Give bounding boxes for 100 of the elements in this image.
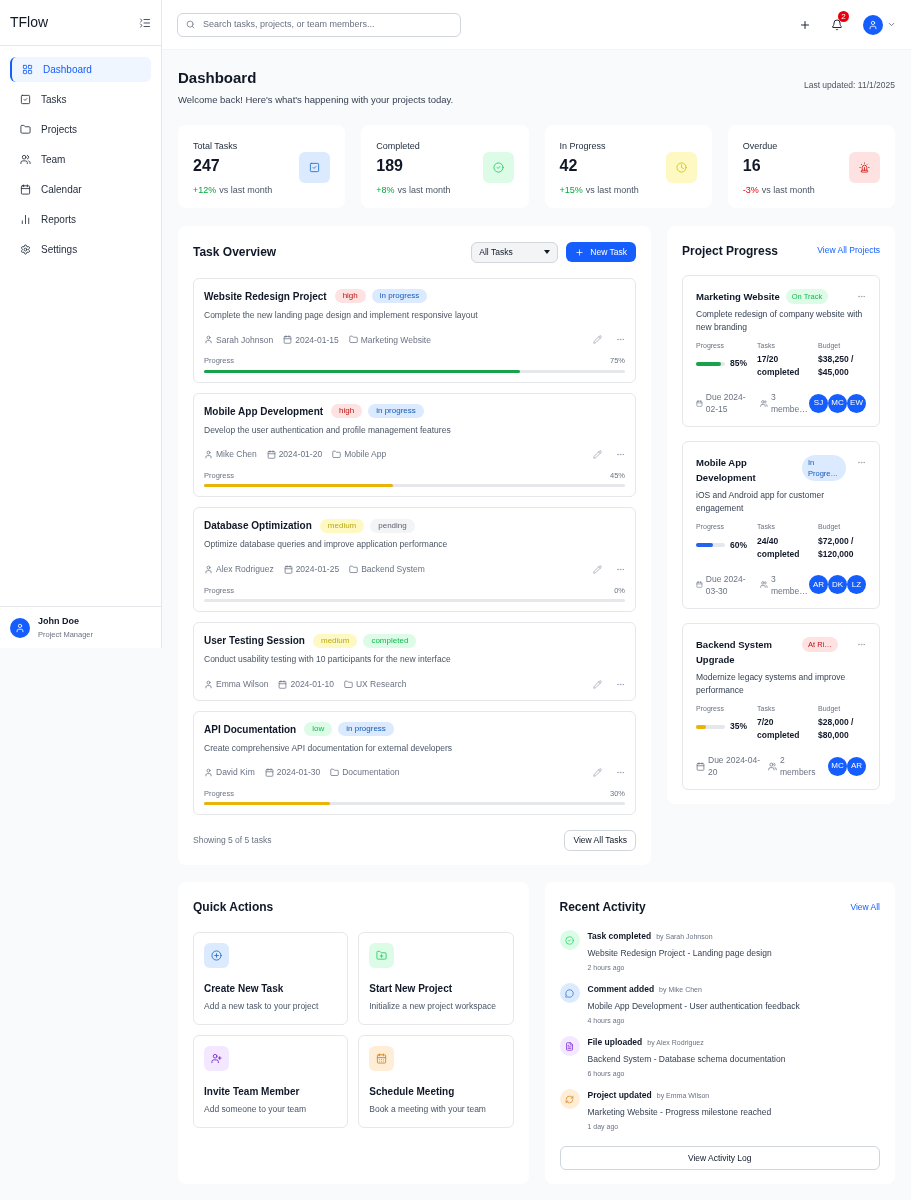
person-icon: [204, 564, 213, 574]
due-date: Due 2024-03-30: [705, 572, 747, 597]
project-name: Mobile App Development: [696, 456, 757, 486]
member-avatar: SJ: [809, 393, 828, 413]
plus-icon: [575, 247, 585, 257]
project-description: Modernize legacy systems and improve performance: [696, 670, 847, 697]
task-summary: 17/20 completed: [757, 353, 801, 380]
avatar-icon[interactable]: [10, 617, 30, 638]
task-assignee: Mike Chen: [216, 448, 257, 461]
check-circle-icon: [565, 935, 574, 945]
member-avatar: MC: [828, 756, 847, 776]
folder-icon: [343, 679, 353, 689]
calendar-icon: [278, 679, 288, 689]
edit-icon[interactable]: [593, 450, 602, 460]
task-title: Website Redesign Project: [204, 289, 327, 304]
quick-action-card[interactable]: Schedule Meeting Book a meeting with your team: [358, 1035, 514, 1128]
nav-item[interactable]: Tasks: [10, 87, 151, 112]
quick-action-card[interactable]: Start New Project Initialize a new project workspace: [358, 932, 514, 1025]
tag: medium: [312, 633, 358, 648]
task-summary: 24/40 completed: [757, 534, 801, 561]
view-all-link[interactable]: View All: [850, 900, 880, 914]
nav-item[interactable]: Team: [10, 147, 151, 172]
nav-item[interactable]: Reports: [10, 207, 151, 232]
stat-value: 189: [376, 156, 404, 177]
task-date: 2024-01-15: [295, 333, 339, 347]
page-title: Dashboard: [178, 68, 258, 88]
task-assignee: Emma Wilson: [216, 677, 269, 691]
nav-item[interactable]: Projects: [10, 117, 151, 142]
profile-avatar-icon[interactable]: [863, 14, 883, 35]
edit-icon[interactable]: [593, 768, 602, 778]
stat-value: 247: [193, 156, 221, 177]
search-field[interactable]: Search tasks, projects, or team members...: [177, 12, 461, 37]
activity-title: File uploaded: [587, 1036, 643, 1049]
activity-detail: Backend System - Database schema documentation: [587, 1053, 786, 1066]
chat-bubble-icon: [565, 988, 574, 998]
add-icon[interactable]: [799, 18, 811, 31]
nav-item[interactable]: Dashboard: [10, 57, 151, 82]
task-date: 2024-01-25: [295, 563, 340, 576]
tag: high: [334, 289, 366, 304]
edit-icon[interactable]: [593, 335, 602, 345]
filter-dropdown[interactable]: All Tasks: [471, 241, 559, 263]
calendar-icon: [696, 761, 705, 771]
user-plus-icon: [211, 1053, 222, 1064]
tag: pending: [370, 518, 415, 533]
stat-change: -3%: [742, 184, 759, 198]
people-icon: [768, 761, 777, 771]
member-count: 3 membe…: [770, 572, 809, 597]
chevron-down-icon[interactable]: [887, 20, 896, 29]
collapse-sidebar-icon[interactable]: [139, 16, 151, 29]
grid-icon: [22, 64, 33, 75]
task-title: Database Optimization: [204, 519, 312, 534]
member-avatar: AR: [847, 756, 866, 776]
stat-label: In Progress: [559, 139, 607, 153]
project-description: iOS and Android app for customer engagement: [696, 489, 826, 516]
member-avatar: DK: [828, 575, 847, 595]
task-title: API Documentation: [204, 722, 297, 737]
task-project: Documentation: [342, 766, 400, 779]
action-description: Book a meeting with your team: [369, 1103, 487, 1116]
edit-icon[interactable]: [593, 679, 602, 689]
task-count: Showing 5 of 5 tasks: [193, 834, 272, 848]
nav-item[interactable]: Calendar: [10, 177, 151, 202]
new-task-button[interactable]: New Task: [566, 242, 636, 263]
activity-title: Task completed: [587, 930, 652, 943]
people-icon: [760, 398, 768, 408]
nav-item[interactable]: Settings: [10, 237, 151, 262]
edit-icon[interactable]: [593, 564, 602, 574]
progress-reading: 35%: [730, 720, 747, 733]
task-date: 2024-01-20: [278, 448, 323, 461]
calendar-icon: [283, 564, 293, 574]
task-date: 2024-01-30: [276, 766, 321, 779]
task-card[interactable]: User Testing Session medium completed Conduct usability testing with 10 participants for the new interface Emma Wilson 2024-01-10 UX Research: [193, 622, 636, 701]
stat-value: 16: [742, 156, 762, 177]
user-name: John Doe: [38, 615, 80, 629]
person-icon: [204, 679, 213, 689]
member-avatar: AR: [809, 575, 828, 595]
view-all-projects-link[interactable]: View All Projects: [817, 244, 880, 258]
activity-detail: Website Redesign Project - Landing page design: [587, 947, 772, 960]
calendar-icon: [264, 768, 274, 778]
app-logo: TFlow: [10, 13, 49, 32]
task-project: Mobile App: [344, 448, 387, 461]
view-activity-log-button[interactable]: View Activity Log: [559, 1146, 880, 1171]
quick-action-card[interactable]: Invite Team Member Add someone to your team: [193, 1035, 349, 1128]
checkbox-icon: [309, 161, 321, 173]
task-project: Backend System: [361, 563, 425, 576]
budget-amount: $38,250 / $45,000: [818, 353, 855, 380]
stat-label: Completed: [376, 139, 421, 153]
project-name: Backend System Upgrade: [696, 637, 774, 667]
caret-icon: [544, 250, 551, 255]
progress-reading: 60%: [730, 538, 747, 552]
siren-icon: [859, 161, 870, 173]
clock-icon: [675, 161, 687, 173]
task-project: UX Research: [355, 677, 407, 691]
tag: low: [304, 722, 333, 736]
view-all-tasks-button[interactable]: View All Tasks: [564, 830, 636, 852]
stat-label: Total Tasks: [193, 139, 239, 153]
panel-title: Task Overview: [193, 244, 277, 262]
notification-bell-icon[interactable]: [831, 18, 843, 31]
document-icon: [565, 1041, 574, 1051]
quick-action-card[interactable]: Create New Task Add a new task to your project: [193, 932, 349, 1025]
search-input[interactable]: Search tasks, projects, or team members...: [203, 17, 452, 32]
